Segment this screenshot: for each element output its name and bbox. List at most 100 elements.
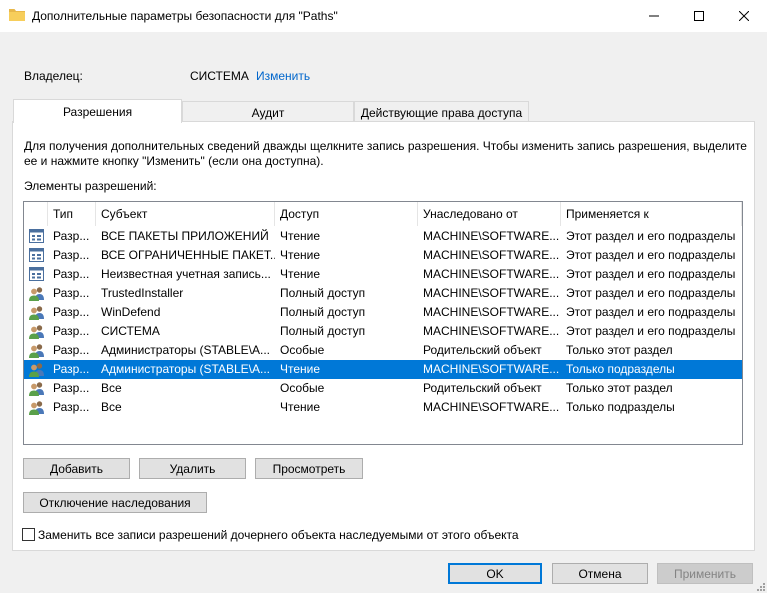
disable-inheritance-button[interactable]: Отключение наследования [23, 492, 207, 513]
cell-access: Чтение [280, 267, 321, 281]
cell-access: Полный доступ [280, 286, 366, 300]
cell-type: Разр... [53, 400, 90, 414]
change-owner-link[interactable]: Изменить [256, 69, 310, 83]
cell-type: Разр... [53, 267, 90, 281]
disable-inheritance-label: Отключение наследования [39, 495, 191, 510]
cell-inherited-from: MACHINE\SOFTWARE... [423, 324, 560, 338]
column-applies-to[interactable]: Применяется к [561, 202, 742, 226]
table-row[interactable]: Разр... ВСЕ ОГРАНИЧЕННЫЕ ПАКЕТ... Чтение MA… [24, 246, 742, 265]
cell-type: Разр... [53, 362, 90, 376]
remove-button[interactable]: Удалить [139, 458, 246, 479]
column-access[interactable]: Доступ [275, 202, 418, 226]
add-button[interactable]: Добавить [23, 458, 130, 479]
close-button[interactable] [721, 0, 766, 31]
window-title: Дополнительные параметры безопасности дл… [32, 9, 338, 23]
app-package-icon [29, 248, 44, 262]
replace-child-permissions-label: Заменить все записи разрешений дочернего… [38, 528, 519, 542]
cell-applies-to: Этот раздел и его подразделы [566, 248, 736, 262]
folder-icon [9, 9, 25, 21]
cell-applies-to: Только этот раздел [566, 381, 673, 395]
cancel-button[interactable]: Отмена [552, 563, 648, 584]
cell-applies-to: Этот раздел и его подразделы [566, 267, 736, 281]
cell-subject: TrustedInstaller [101, 286, 184, 300]
minimize-button[interactable] [631, 0, 676, 31]
cell-subject: Администраторы (STABLE\А... [101, 362, 271, 376]
users-icon [29, 363, 44, 377]
cell-inherited-from: Родительский объект [423, 343, 542, 357]
table-row[interactable]: Разр... Неизвестная учетная запись... Чтен… [24, 265, 742, 284]
cell-type: Разр... [53, 229, 90, 243]
view-button[interactable]: Просмотреть [255, 458, 363, 479]
cell-inherited-from: MACHINE\SOFTWARE... [423, 267, 560, 281]
table-row[interactable]: Разр... Администраторы (STABLE\А... Чтение… [24, 360, 742, 379]
add-button-label: Добавить [49, 461, 104, 476]
app-package-icon [29, 229, 44, 243]
replace-child-permissions-checkbox[interactable] [22, 528, 35, 541]
tab-effective-access[interactable]: Действующие права доступа [354, 101, 529, 123]
column-type[interactable]: Тип [48, 202, 96, 226]
cell-type: Разр... [53, 324, 90, 338]
users-icon [29, 325, 44, 339]
apply-button-label: Применить [673, 566, 736, 581]
ok-button-label: OK [486, 566, 504, 581]
minimize-icon [648, 15, 659, 16]
table-row[interactable]: Разр... Администраторы (STABLE\А... Особые… [24, 341, 742, 360]
users-icon [29, 306, 44, 320]
cell-subject: Все [101, 381, 122, 395]
permission-entries-label: Элементы разрешений: [24, 179, 157, 193]
dialog-body: Владелец: СИСТЕМА Изменить Разрешения Ау… [0, 32, 767, 593]
column-subject[interactable]: Субъект [96, 202, 275, 226]
tab-label: Разрешения [62, 104, 133, 119]
users-icon [29, 344, 44, 358]
table-row[interactable]: Разр... Все Особые Родительский объект Тольк… [24, 379, 742, 398]
cell-type: Разр... [53, 343, 90, 357]
cell-subject: WinDefend [101, 305, 161, 319]
cell-access: Чтение [280, 362, 321, 376]
cell-access: Полный доступ [280, 324, 366, 338]
list-header: Тип Субъект Доступ Унаследовано от Приме… [24, 202, 742, 226]
cell-access: Чтение [280, 248, 321, 262]
remove-button-label: Удалить [169, 461, 216, 476]
table-row[interactable]: Разр... ВСЕ ПАКЕТЫ ПРИЛОЖЕНИЙ Чтение MACHIN… [24, 227, 742, 246]
cell-subject: Администраторы (STABLE\А... [101, 343, 271, 357]
owner-value: СИСТЕМА [190, 69, 249, 83]
cell-type: Разр... [53, 286, 90, 300]
tab-label: Действующие права доступа [360, 105, 523, 120]
permission-entries-list[interactable]: Тип Субъект Доступ Унаследовано от Приме… [23, 201, 743, 445]
cell-access: Чтение [280, 400, 321, 414]
cell-subject: Неизвестная учетная запись... [101, 267, 271, 281]
table-row[interactable]: Разр... СИСТЕМА Полный доступ MACHINE\SOFTW… [24, 322, 742, 341]
cell-subject: ВСЕ ПАКЕТЫ ПРИЛОЖЕНИЙ [101, 229, 269, 243]
cell-subject: СИСТЕМА [101, 324, 160, 338]
cell-type: Разр... [53, 381, 90, 395]
cell-inherited-from: MACHINE\SOFTWARE... [423, 229, 560, 243]
cell-access: Особые [280, 381, 325, 395]
cell-applies-to: Этот раздел и его подразделы [566, 229, 736, 243]
column-inherited-from[interactable]: Унаследовано от [418, 202, 561, 226]
cell-inherited-from: MACHINE\SOFTWARE... [423, 248, 560, 262]
owner-label: Владелец: [24, 69, 83, 83]
cell-applies-to: Этот раздел и его подразделы [566, 305, 736, 319]
cell-type: Разр... [53, 305, 90, 319]
cell-applies-to: Этот раздел и его подразделы [566, 324, 736, 338]
cell-applies-to: Этот раздел и его подразделы [566, 286, 736, 300]
cell-inherited-from: MACHINE\SOFTWARE... [423, 286, 560, 300]
cell-inherited-from: Родительский объект [423, 381, 542, 395]
cell-applies-to: Только подразделы [566, 362, 675, 376]
tab-permissions[interactable]: Разрешения [13, 99, 182, 123]
tab-audit[interactable]: Аудит [182, 101, 354, 123]
ok-button[interactable]: OK [448, 563, 542, 584]
table-row[interactable]: Разр... WinDefend Полный доступ MACHINE\SOF… [24, 303, 742, 322]
cell-access: Чтение [280, 229, 321, 243]
table-row[interactable]: Разр... TrustedInstaller Полный доступ MACH… [24, 284, 742, 303]
cell-type: Разр... [53, 248, 90, 262]
apply-button[interactable]: Применить [657, 563, 753, 584]
users-icon [29, 382, 44, 396]
cell-subject: ВСЕ ОГРАНИЧЕННЫЕ ПАКЕТ... [101, 248, 275, 262]
maximize-button[interactable] [676, 0, 721, 31]
tab-label: Аудит [251, 105, 285, 120]
table-row[interactable]: Разр... Все Чтение MACHINE\SOFTWARE... Тольк… [24, 398, 742, 417]
permissions-panel: Для получения дополнительных сведений дв… [12, 121, 755, 551]
resize-grip-icon[interactable] [755, 581, 765, 591]
title-bar: Дополнительные параметры безопасности дл… [0, 0, 767, 32]
